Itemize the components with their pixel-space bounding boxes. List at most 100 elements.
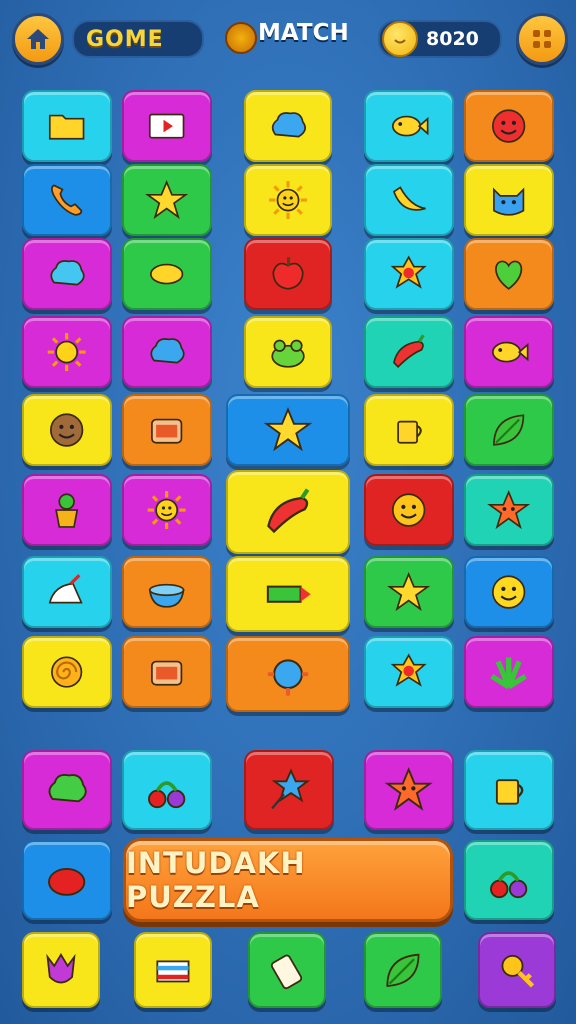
home-icon: [27, 29, 49, 49]
board-tile[interactable]: [226, 556, 350, 632]
game-title: GOME: [86, 26, 164, 52]
board-tile[interactable]: [22, 316, 112, 388]
iron-icon: [24, 558, 110, 626]
board-tile[interactable]: [122, 238, 212, 310]
board-tile[interactable]: [122, 474, 212, 546]
folder-icon: [24, 92, 110, 160]
green-blob-icon: [24, 752, 110, 828]
match-icon: [225, 22, 257, 54]
star-face-icon: [466, 476, 552, 544]
board-tile[interactable]: [464, 636, 554, 708]
board-tile[interactable]: [22, 90, 112, 162]
fruits-icon: [466, 842, 552, 918]
cup-icon: [366, 396, 452, 464]
blob-icon: [246, 92, 330, 160]
tray-tile[interactable]: [122, 750, 212, 830]
apple-icon: [246, 240, 330, 308]
board-tile[interactable]: [364, 238, 454, 310]
cat-face-icon: [466, 166, 552, 234]
grid-menu-icon: [533, 30, 551, 48]
board-tile[interactable]: [364, 636, 454, 708]
pepper-icon: [366, 318, 452, 386]
board-tile[interactable]: [226, 636, 350, 712]
home-button[interactable]: [12, 13, 64, 65]
board-tile[interactable]: [464, 556, 554, 628]
board-tile[interactable]: [22, 238, 112, 310]
board-tile[interactable]: [122, 394, 212, 466]
tray-tile[interactable]: [464, 750, 554, 830]
match-label: MATCH: [258, 20, 349, 46]
tray-tile[interactable]: [464, 840, 554, 920]
board-tile[interactable]: [122, 90, 212, 162]
board-tile[interactable]: [364, 164, 454, 236]
board-tile[interactable]: [244, 238, 332, 310]
board-tile[interactable]: [464, 164, 554, 236]
board-tile[interactable]: [122, 164, 212, 236]
bird-icon: [366, 92, 452, 160]
tray-tile[interactable]: [134, 932, 212, 1008]
flag-icon: [136, 934, 210, 1006]
smile-mask-icon: [366, 476, 452, 544]
sun-face-icon: [124, 476, 210, 544]
board-tile[interactable]: [364, 316, 454, 388]
roll-icon: [250, 934, 324, 1006]
star-icon: [124, 166, 210, 234]
plant-pot-icon: [24, 476, 110, 544]
board-tile[interactable]: [22, 394, 112, 466]
fish-icon: [466, 318, 552, 386]
tray-tile[interactable]: [364, 750, 454, 830]
board-tile[interactable]: [364, 90, 454, 162]
tray-tile[interactable]: [244, 750, 334, 830]
cookie-face-icon: [24, 396, 110, 464]
board-tile[interactable]: [226, 394, 350, 466]
tray-tile[interactable]: [22, 932, 100, 1008]
start-puzzle-button[interactable]: INTUDAKH PUZZLA: [123, 838, 453, 922]
phone-icon: [24, 166, 110, 234]
board-tile[interactable]: [464, 238, 554, 310]
tray-tile[interactable]: [22, 750, 112, 830]
key-icon: [480, 934, 554, 1006]
chili-icon: [228, 472, 348, 552]
star-icon: [366, 558, 452, 626]
menu-button[interactable]: [516, 13, 568, 65]
tray-tile[interactable]: [364, 932, 442, 1008]
badge-icon: [366, 240, 452, 308]
board-tile[interactable]: [464, 474, 554, 546]
board-tile[interactable]: [464, 90, 554, 162]
board-tile[interactable]: [22, 474, 112, 546]
tulip-icon: [24, 934, 98, 1006]
board-tile[interactable]: [22, 164, 112, 236]
board-tile[interactable]: [464, 394, 554, 466]
title-pill: GOME: [72, 20, 204, 58]
board-tile[interactable]: [244, 164, 332, 236]
spiral-icon: [24, 638, 110, 706]
leaf-bunch-icon: [466, 638, 552, 706]
basket-icon: [124, 396, 210, 464]
fruits-icon: [124, 752, 210, 828]
tray-tile[interactable]: [478, 932, 556, 1008]
score-pill: 8020: [378, 20, 502, 58]
lion-icon: [366, 638, 452, 706]
crayon-icon: [228, 558, 348, 630]
lemon-icon: [124, 240, 210, 308]
board-tile[interactable]: [244, 90, 332, 162]
heart-icon: [466, 240, 552, 308]
tray-tile[interactable]: [22, 840, 112, 920]
board-tile[interactable]: [226, 470, 350, 554]
board-tile[interactable]: [22, 636, 112, 708]
board-tile[interactable]: [364, 394, 454, 466]
board-tile[interactable]: [364, 474, 454, 546]
board-tile[interactable]: [122, 636, 212, 708]
tray-tile[interactable]: [248, 932, 326, 1008]
sun-icon: [24, 318, 110, 386]
board-tile[interactable]: [122, 556, 212, 628]
board-tile[interactable]: [122, 316, 212, 388]
frog-icon: [246, 318, 330, 386]
board-tile[interactable]: [244, 316, 332, 388]
score-value: 8020: [426, 28, 479, 50]
video-icon: [124, 92, 210, 160]
board-tile[interactable]: [22, 556, 112, 628]
bug-icon: [228, 638, 348, 710]
board-tile[interactable]: [364, 556, 454, 628]
board-tile[interactable]: [464, 316, 554, 388]
